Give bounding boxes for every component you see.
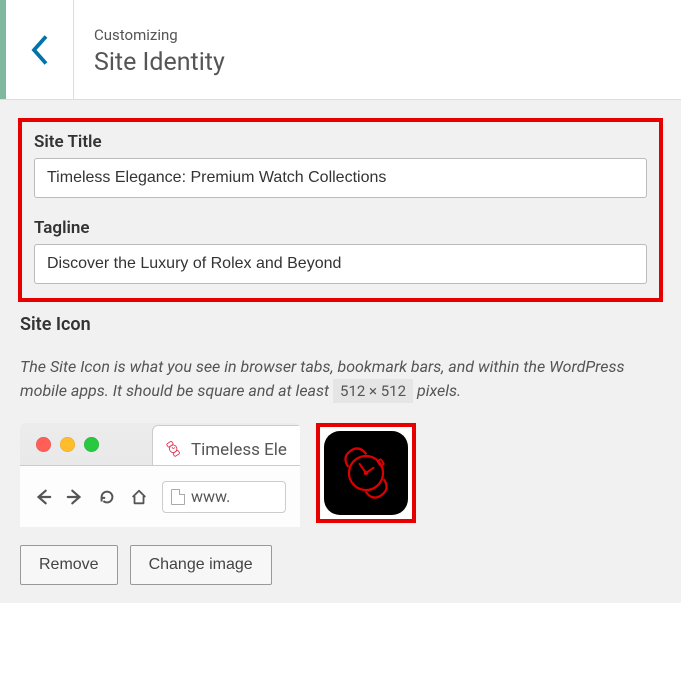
browser-toolbar: www. xyxy=(20,465,300,527)
breadcrumb: Customizing xyxy=(94,26,225,44)
site-icon-section: Site Icon The Site Icon is what you see … xyxy=(18,306,663,585)
site-title-label: Site Title xyxy=(34,132,647,152)
site-icon-large-preview xyxy=(316,423,416,523)
home-icon xyxy=(130,488,148,506)
url-text: www. xyxy=(191,487,230,506)
site-icon-heading: Site Icon xyxy=(20,314,661,335)
browser-preview: Timeless Ele www. xyxy=(20,423,300,527)
site-icon-desc-b: pixels. xyxy=(417,381,461,400)
back-button[interactable] xyxy=(6,0,74,99)
change-image-button[interactable]: Change image xyxy=(130,545,272,585)
traffic-lights xyxy=(36,437,99,452)
site-icon-dimensions: 512 × 512 xyxy=(333,379,413,403)
page-icon xyxy=(171,489,185,505)
site-icon-buttons: Remove Change image xyxy=(20,545,661,585)
highlighted-fields: Site Title Tagline xyxy=(18,118,663,302)
page-title: Site Identity xyxy=(94,48,225,77)
chevron-left-icon xyxy=(31,35,49,65)
window-close-icon xyxy=(36,437,51,452)
nav-back-icon xyxy=(34,488,52,506)
tab-title-preview: Timeless Ele xyxy=(191,440,287,460)
browser-tab: Timeless Ele xyxy=(152,425,300,465)
window-zoom-icon xyxy=(84,437,99,452)
site-icon-desc-a: The Site Icon is what you see in browser… xyxy=(20,357,624,400)
customizer-header: Customizing Site Identity xyxy=(0,0,681,100)
nav-forward-icon xyxy=(66,488,84,506)
favicon-preview-icon xyxy=(165,441,183,459)
customizer-body: Site Title Tagline Site Icon The Site Ic… xyxy=(0,100,681,603)
remove-button[interactable]: Remove xyxy=(20,545,118,585)
url-bar: www. xyxy=(162,481,286,513)
reload-icon xyxy=(98,488,116,506)
window-minimize-icon xyxy=(60,437,75,452)
tagline-input[interactable] xyxy=(34,244,647,284)
header-titles: Customizing Site Identity xyxy=(74,0,245,99)
site-title-input[interactable] xyxy=(34,158,647,198)
site-icon-description: The Site Icon is what you see in browser… xyxy=(20,355,661,403)
site-icon-preview-row: Timeless Ele www. xyxy=(20,423,661,527)
tagline-label: Tagline xyxy=(34,218,647,238)
site-icon-image xyxy=(324,431,408,515)
watch-icon xyxy=(331,438,401,508)
